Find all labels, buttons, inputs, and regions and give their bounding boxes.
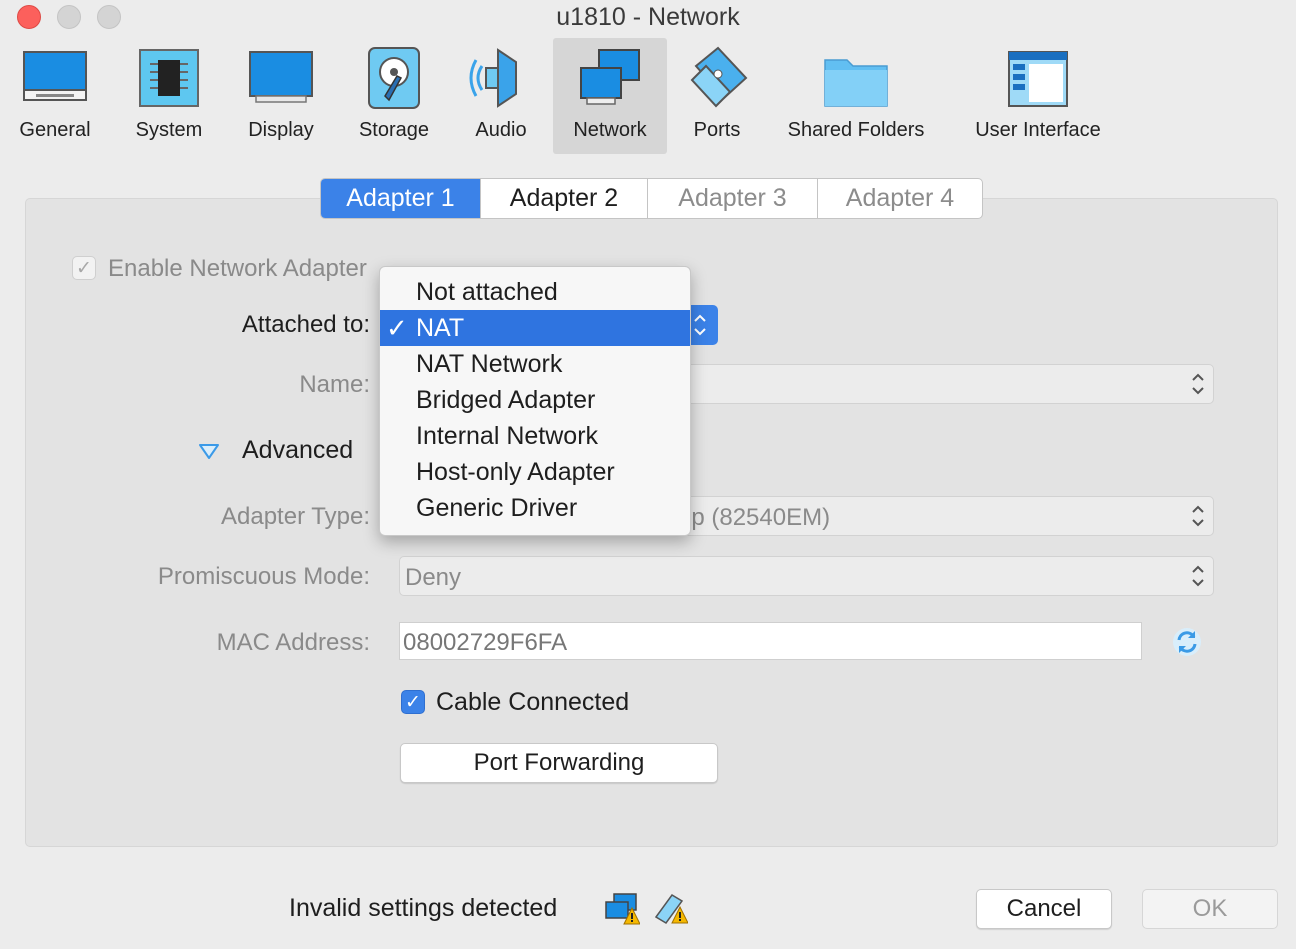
mac-address-field[interactable]: 08002729F6FA — [399, 622, 1142, 660]
usb-warning-icon[interactable] — [652, 891, 688, 925]
cable-connected-label: Cable Connected — [436, 688, 630, 716]
disclosure-triangle-icon[interactable] — [198, 442, 220, 460]
toolbar-label: Ports — [693, 119, 741, 141]
cable-connected-checkbox[interactable]: ✓ — [401, 690, 425, 714]
tab-adapter-3[interactable]: Adapter 3 — [648, 179, 818, 218]
folder-icon — [824, 59, 888, 107]
menu-item-nat[interactable]: ✓ NAT — [380, 310, 690, 346]
toolbar-label: User Interface — [975, 119, 1101, 141]
toolbar-general[interactable]: General — [10, 38, 100, 154]
menu-item-label: Not attached — [416, 278, 558, 306]
toolbar-shared-folders[interactable]: Shared Folders — [776, 38, 936, 154]
menu-item-label: Internal Network — [416, 422, 599, 450]
menu-item-bridged-adapter[interactable]: Bridged Adapter — [380, 382, 690, 418]
tab-adapter-1[interactable]: Adapter 1 — [321, 179, 481, 218]
general-icon — [23, 51, 87, 101]
adapter-type-label: Adapter Type: — [221, 503, 370, 530]
checkmark-icon: ✓ — [405, 692, 421, 713]
enable-adapter-checkbox[interactable]: ✓ — [72, 256, 96, 280]
chevron-updown-icon — [1192, 565, 1204, 587]
checkmark-icon: ✓ — [386, 313, 408, 343]
toolbar-label: Display — [248, 119, 314, 141]
menu-item-host-only-adapter[interactable]: Host-only Adapter — [380, 454, 690, 490]
toolbar-system[interactable]: System — [124, 38, 214, 154]
window-icon — [1008, 51, 1068, 107]
adapter-tabs: Adapter 1 Adapter 2 Adapter 3 Adapter 4 — [320, 178, 983, 219]
toolbar-label: Network — [573, 119, 647, 141]
status-text: Invalid settings detected — [289, 894, 558, 922]
menu-item-label: Generic Driver — [416, 494, 578, 522]
promiscuous-mode-value: Deny — [405, 564, 462, 591]
toolbar-audio[interactable]: Audio — [460, 38, 542, 154]
chevron-updown-icon — [1192, 373, 1204, 395]
toolbar-label: Shared Folders — [787, 119, 925, 141]
menu-item-not-attached[interactable]: Not attached — [380, 274, 690, 310]
toolbar-network[interactable]: Network — [553, 38, 667, 154]
advanced-label[interactable]: Advanced — [242, 436, 353, 465]
mac-address-label: MAC Address: — [216, 629, 370, 656]
tab-adapter-2[interactable]: Adapter 2 — [481, 179, 648, 218]
tab-adapter-4[interactable]: Adapter 4 — [818, 179, 982, 218]
menu-item-label: NAT Network — [416, 350, 563, 378]
monitor-icon — [249, 51, 313, 103]
network-warning-icon[interactable] — [604, 892, 640, 926]
menu-item-generic-driver[interactable]: Generic Driver — [380, 490, 690, 526]
network-icon — [580, 49, 640, 105]
refresh-mac-icon[interactable] — [1171, 626, 1203, 658]
menu-item-internal-network[interactable]: Internal Network — [380, 418, 690, 454]
toolbar-label: Storage — [358, 119, 430, 141]
name-label: Name: — [299, 371, 370, 398]
chevron-updown-icon — [694, 314, 706, 336]
toolbar-display[interactable]: Display — [236, 38, 326, 154]
menu-item-label: Bridged Adapter — [416, 386, 596, 414]
ok-button[interactable]: OK — [1142, 889, 1278, 929]
ports-icon — [690, 46, 748, 108]
promiscuous-mode-label: Promiscuous Mode: — [157, 563, 370, 590]
speaker-icon — [469, 48, 517, 108]
promiscuous-mode-select[interactable]: Deny — [399, 556, 1214, 596]
attached-to-label: Attached to: — [241, 311, 370, 338]
menu-item-nat-network[interactable]: NAT Network — [380, 346, 690, 382]
menu-item-label: NAT — [416, 314, 465, 342]
chevron-updown-icon — [1192, 505, 1204, 527]
disk-icon — [368, 47, 420, 109]
port-forwarding-button[interactable]: Port Forwarding — [400, 743, 718, 783]
checkmark-icon: ✓ — [76, 258, 92, 279]
mac-address-value: 08002729F6FA — [403, 629, 568, 656]
title-bar: u1810 - Network — [0, 0, 1296, 36]
attached-to-dropdown-menu: Not attached ✓ NAT NAT Network Bridged Ad… — [379, 266, 691, 536]
toolbar-label: Audio — [475, 119, 527, 141]
window-title: u1810 - Network — [556, 3, 740, 31]
toolbar-user-interface[interactable]: User Interface — [960, 38, 1116, 154]
enable-adapter-label: Enable Network Adapter — [108, 255, 367, 282]
toolbar-label: System — [135, 119, 203, 141]
toolbar-label: General — [19, 119, 91, 141]
toolbar-ports[interactable]: Ports — [676, 38, 758, 154]
toolbar-storage[interactable]: Storage — [348, 38, 440, 154]
menu-item-label: Host-only Adapter — [416, 458, 615, 486]
chip-icon — [139, 49, 199, 107]
cancel-button[interactable]: Cancel — [976, 889, 1112, 929]
